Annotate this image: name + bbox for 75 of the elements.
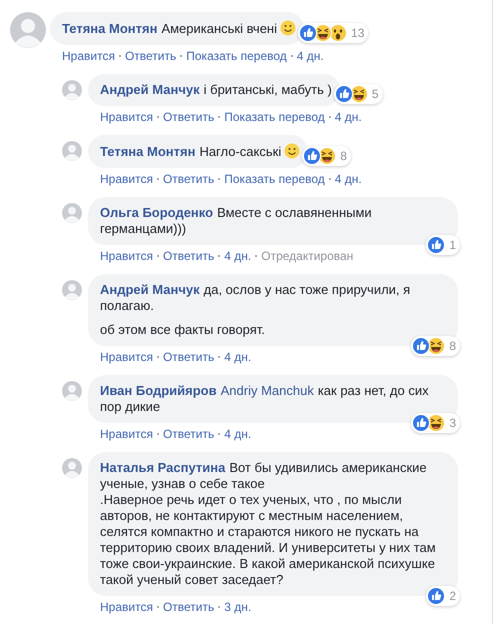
like-icon xyxy=(427,236,446,254)
author-link[interactable]: Тетяна Монтян xyxy=(100,144,196,159)
avatar[interactable] xyxy=(62,203,82,223)
action-link[interactable]: Ответить xyxy=(162,172,214,186)
reactions-badge[interactable]: 8 xyxy=(302,146,351,166)
author-link[interactable]: Наталья Распутина xyxy=(100,460,226,475)
comment-text: Тетяна Монтян Нагло-сакські xyxy=(100,143,300,160)
surprised-face-icon xyxy=(329,24,348,42)
author-link[interactable]: Андрей Манчук xyxy=(100,82,200,97)
avatar[interactable] xyxy=(10,12,46,48)
avatar[interactable] xyxy=(62,381,82,401)
reactions-badge[interactable]: 3 xyxy=(411,413,460,433)
action-link[interactable]: Ответить xyxy=(162,600,214,614)
avatar[interactable] xyxy=(62,141,82,161)
action-link[interactable]: Ответить xyxy=(124,49,176,63)
action-link[interactable]: Показать перевод xyxy=(224,110,325,124)
laughing-face-icon xyxy=(427,337,446,355)
avatar[interactable] xyxy=(62,280,82,300)
action-link[interactable]: 3 дн. xyxy=(224,600,252,614)
author-link[interactable]: Иван Бодрийяров xyxy=(100,383,217,398)
like-icon xyxy=(334,85,353,103)
action-link[interactable]: Нравится xyxy=(62,49,115,63)
reactions-badge[interactable]: 2 xyxy=(426,586,460,606)
laughing-face-icon xyxy=(427,414,446,432)
action-link[interactable]: Нравится xyxy=(100,600,153,614)
action-link[interactable]: Ответить xyxy=(162,350,214,364)
author-link[interactable]: Андрей Манчук xyxy=(100,282,200,297)
avatar[interactable] xyxy=(62,458,82,478)
action-link[interactable]: Нравится xyxy=(100,172,153,186)
laughing-face-icon xyxy=(350,85,368,103)
comment-text: Ольга Бороденко Вместе с ославяненными германцами))) xyxy=(100,205,373,237)
action-link[interactable]: 4 дн. xyxy=(224,427,252,441)
action-link[interactable]: 4 дн. xyxy=(296,49,324,63)
action-link[interactable]: Нравится xyxy=(100,427,153,441)
action-link[interactable]: Нравится xyxy=(100,350,153,364)
reactions-badge[interactable]: 13 xyxy=(298,23,368,43)
like-icon xyxy=(427,587,446,605)
like-icon xyxy=(412,337,430,355)
action-link[interactable]: Ответить xyxy=(162,110,214,124)
action-link[interactable]: 4 дн. xyxy=(224,249,252,263)
avatar[interactable] xyxy=(62,80,82,100)
like-icon xyxy=(303,147,322,165)
action-link[interactable]: Показать перевод xyxy=(224,172,325,186)
comment-text: Иван Бодрийяров Andriy Manchuk как раз нет, до сих пор дикие xyxy=(100,383,430,415)
comment-text: об этом все факты говорят. xyxy=(100,322,266,338)
comment-text: Андрей Манчук да, ослов у нас тоже приручили, я полагаю. xyxy=(100,282,412,314)
author-link[interactable]: Ольга Бороденко xyxy=(100,205,214,220)
reaction-count: 8 xyxy=(449,339,456,353)
comment-text: Наталья Распутина Вот бы удивились американские ученые, узнав о себе такое .Наверное речь идет о тех ученых, что , по мысли авторов, не контактируют с местным населением, селятся компактно и стараются никого не пускать на территорию своих владений. И университеты у них там тоже свои-украинские. В какой американской психушке такой ученый совет заседает? xyxy=(100,460,437,588)
action-link[interactable]: Нравится xyxy=(100,249,153,263)
action-link[interactable]: 4 дн. xyxy=(334,110,362,124)
action-link[interactable]: 4 дн. xyxy=(334,172,362,186)
comment-text: Тетяна Монтян Американські вчені xyxy=(62,20,296,37)
action-link[interactable]: Ответить xyxy=(162,249,214,263)
mention-link[interactable]: Andriy Manchuk xyxy=(220,383,314,398)
action-link[interactable]: Показать перевод xyxy=(186,49,287,63)
laughing-face-icon xyxy=(318,147,336,165)
reaction-count: 2 xyxy=(449,589,456,603)
reactions-badge[interactable]: 8 xyxy=(411,336,460,356)
reaction-count: 13 xyxy=(351,26,364,40)
author-link[interactable]: Тетяна Монтян xyxy=(62,21,158,36)
comment-text: Андрей Манчук і британські, мабуть ) xyxy=(100,82,332,98)
reactions-badge[interactable]: 5 xyxy=(334,84,383,104)
like-icon xyxy=(412,414,430,432)
action-link[interactable]: Нравится xyxy=(100,110,153,124)
laughing-face-icon xyxy=(314,24,332,42)
like-icon xyxy=(299,24,318,42)
reaction-count: 5 xyxy=(372,87,379,101)
action-link[interactable]: Ответить xyxy=(162,427,214,441)
reaction-count: 8 xyxy=(340,149,347,163)
reactions-badge[interactable]: 1 xyxy=(426,235,460,255)
edited-label: Отредактирован xyxy=(261,249,354,263)
reaction-count: 3 xyxy=(449,416,456,430)
reaction-count: 1 xyxy=(449,238,456,252)
action-link[interactable]: 4 дн. xyxy=(224,350,252,364)
